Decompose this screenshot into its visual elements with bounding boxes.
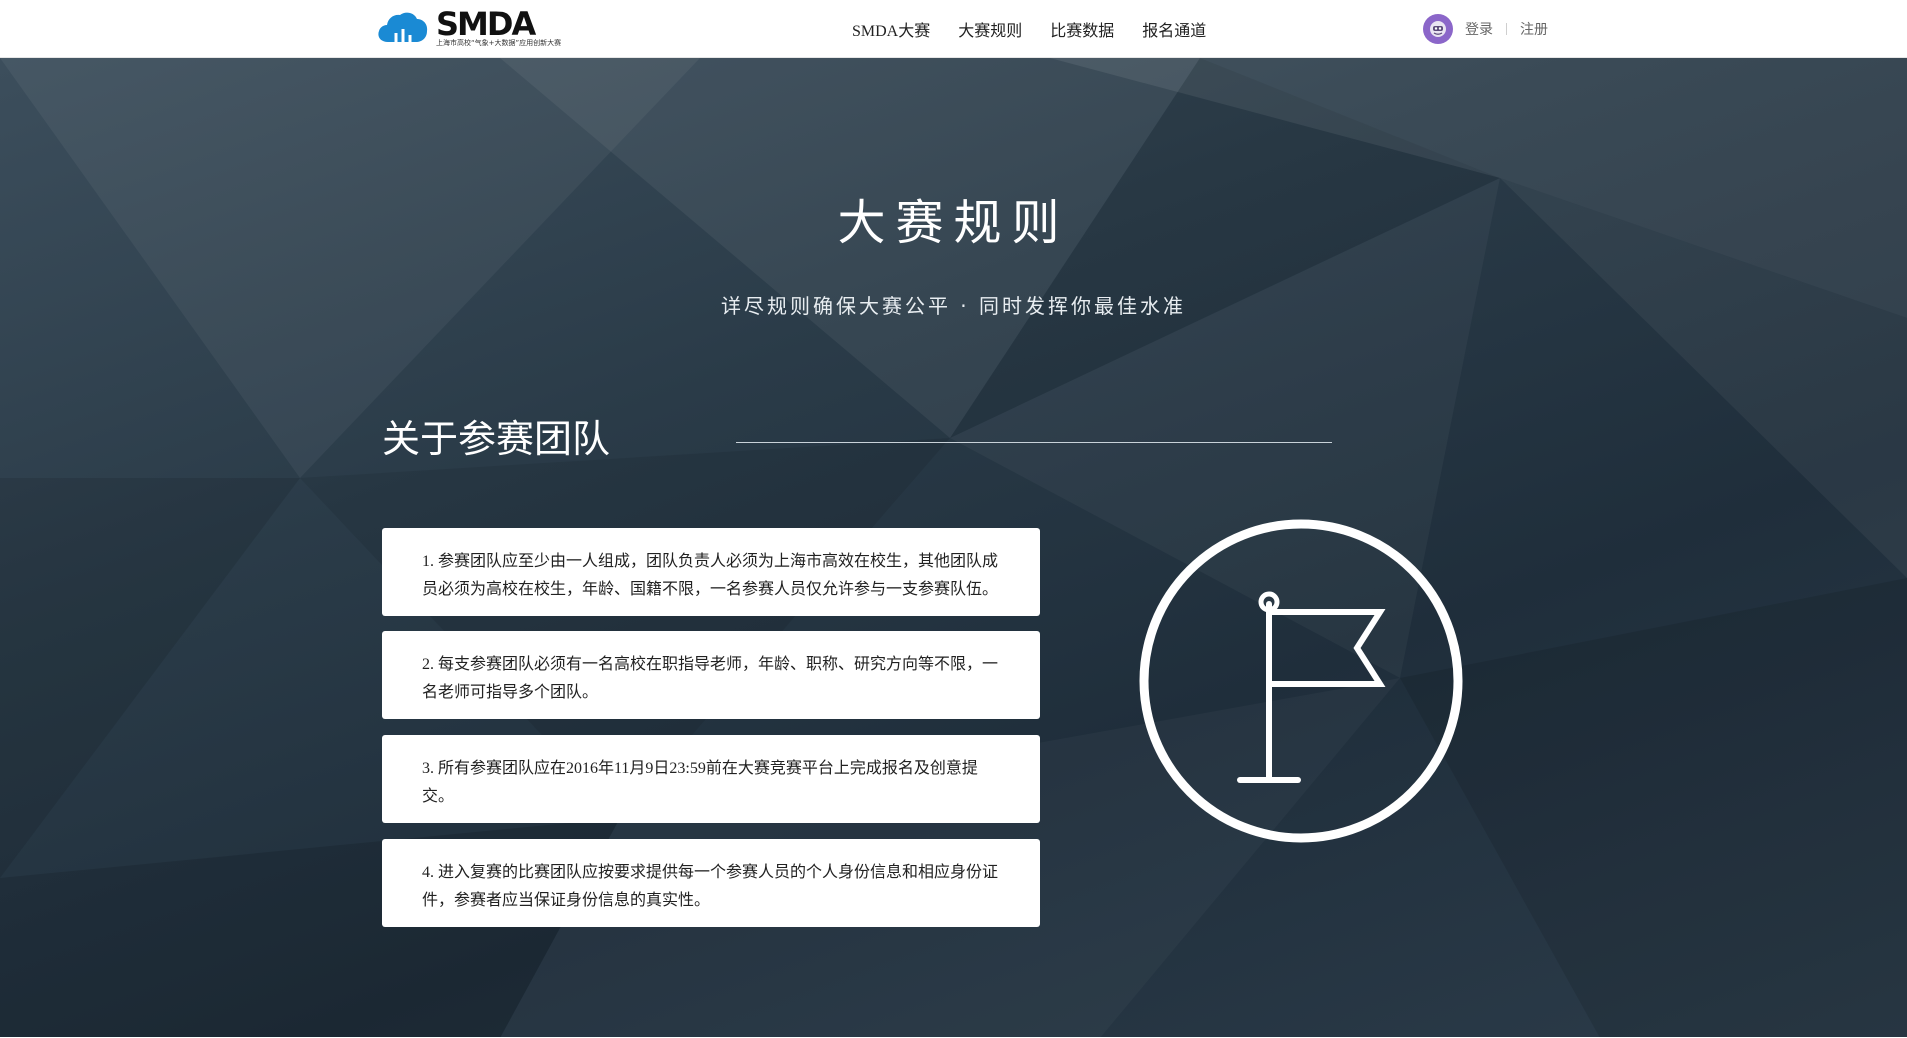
site-logo[interactable]: SMDA 上海市高校“气象+大数据”应用创新大赛 [376,6,576,50]
section-divider [736,442,1332,443]
main-nav: SMDA大赛 大赛规则 比赛数据 报名通道 [852,0,1206,58]
section-title: 关于参赛团队 [382,419,611,461]
rule-card: 2. 每支参赛团队必须有一名高校在职指导老师，年龄、职称、研究方向等不限，一名老… [382,631,1040,719]
user-divider [1506,23,1507,35]
nav-item-signup[interactable]: 报名通道 [1142,17,1206,41]
rule-card: 4. 进入复赛的比赛团队应按要求提供每一个参赛人员的个人身份信息和相应身份证件，… [382,839,1040,927]
avatar[interactable] [1423,14,1453,44]
register-link[interactable]: 注册 [1520,19,1548,39]
user-area: 登录 注册 [1423,0,1548,58]
avatar-icon [1430,21,1446,37]
rule-text: 2. 每支参赛团队必须有一名高校在职指导老师，年龄、职称、研究方向等不限，一名老… [422,656,999,701]
page-subtitle: 详尽规则确保大赛公平 · 同时发挥你最佳水准 [720,294,1187,318]
page-title: 大赛规则 [837,197,1070,250]
rule-text: 4. 进入复赛的比赛团队应按要求提供每一个参赛人员的个人身份信息和相应身份证件，… [422,864,999,909]
rule-card: 3. 所有参赛团队应在2016年11月9日23:59前在大赛竞赛平台上完成报名及… [382,735,1040,823]
logo-wordmark: SMDA [436,5,536,43]
top-navbar: SMDA 上海市高校“气象+大数据”应用创新大赛 SMDA大赛 大赛规则 比赛数… [0,0,1907,58]
rules-hero: 大赛规则 详尽规则确保大赛公平 · 同时发挥你最佳水准 关于参赛团队 1. 参赛… [0,58,1907,1038]
rule-card: 1. 参赛团队应至少由一人组成，团队负责人必须为上海市高效在校生，其他团队成员必… [382,528,1040,616]
cloud-icon [378,12,428,42]
nav-item-smda[interactable]: SMDA大赛 [852,17,930,41]
nav-item-data[interactable]: 比赛数据 [1050,17,1114,41]
rule-text: 3. 所有参赛团队应在2016年11月9日23:59前在大赛竞赛平台上完成报名及… [422,760,978,805]
logo-subtitle: 上海市高校“气象+大数据”应用创新大赛 [436,39,562,47]
nav-item-rules[interactable]: 大赛规则 [958,17,1022,41]
flag-icon [1139,519,1463,843]
rule-text: 1. 参赛团队应至少由一人组成，团队负责人必须为上海市高效在校生，其他团队成员必… [422,553,999,598]
login-link[interactable]: 登录 [1465,19,1493,39]
